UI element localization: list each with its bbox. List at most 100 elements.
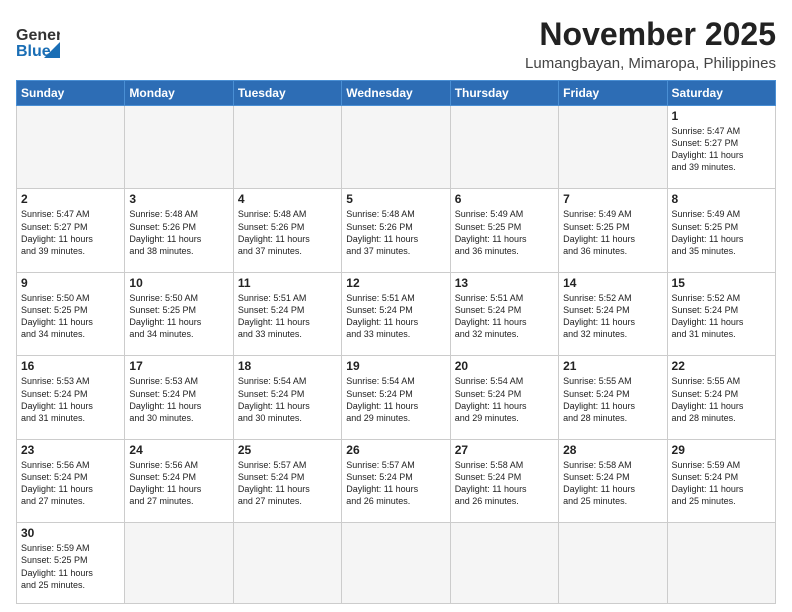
calendar-day-empty	[667, 523, 775, 604]
calendar-week-3: 9Sunrise: 5:50 AM Sunset: 5:25 PM Daylig…	[17, 272, 776, 355]
day-number: 21	[563, 359, 662, 373]
day-info: Sunrise: 5:56 AM Sunset: 5:24 PM Dayligh…	[129, 459, 228, 508]
calendar-day-1: 1 Sunrise: 5:47 AM Sunset: 5:27 PM Daylig…	[667, 106, 775, 189]
weekday-header-sunday: Sunday	[17, 81, 125, 106]
weekday-header-row: SundayMondayTuesdayWednesdayThursdayFrid…	[17, 81, 776, 106]
calendar-day-13: 13 Sunrise: 5:51 AM Sunset: 5:24 PM Dayli…	[450, 272, 558, 355]
day-number: 10	[129, 276, 228, 290]
day-info: Sunrise: 5:50 AM Sunset: 5:25 PM Dayligh…	[129, 292, 228, 341]
day-number: 5	[346, 192, 445, 206]
day-info: Sunrise: 5:47 AM Sunset: 5:27 PM Dayligh…	[21, 208, 120, 257]
day-info: Sunrise: 5:57 AM Sunset: 5:24 PM Dayligh…	[238, 459, 337, 508]
calendar-day-26: 26 Sunrise: 5:57 AM Sunset: 5:24 PM Dayli…	[342, 439, 450, 522]
weekday-header-saturday: Saturday	[667, 81, 775, 106]
day-number: 20	[455, 359, 554, 373]
calendar-day-19: 19Sunrise: 5:54 AM Sunset: 5:24 PM Dayli…	[342, 356, 450, 439]
calendar-day-18: 18 Sunrise: 5:54 AM Sunset: 5:24 PM Dayli…	[233, 356, 341, 439]
calendar-day-empty	[342, 523, 450, 604]
calendar-day-17: 17Sunrise: 5:53 AM Sunset: 5:24 PM Dayli…	[125, 356, 233, 439]
calendar-day-10: 10 Sunrise: 5:50 AM Sunset: 5:25 PM Dayli…	[125, 272, 233, 355]
calendar-day-empty	[125, 106, 233, 189]
calendar-day-6: 6 Sunrise: 5:49 AM Sunset: 5:25 PM Daylig…	[450, 189, 558, 272]
calendar-day-11: 11Sunrise: 5:51 AM Sunset: 5:24 PM Dayli…	[233, 272, 341, 355]
day-number: 1	[672, 109, 771, 123]
day-number: 30	[21, 526, 120, 540]
day-info: Sunrise: 5:53 AM Sunset: 5:24 PM Dayligh…	[21, 375, 120, 424]
svg-text:General: General	[16, 27, 60, 44]
day-info: Sunrise: 5:52 AM Sunset: 5:24 PM Dayligh…	[563, 292, 662, 341]
calendar-day-empty	[125, 523, 233, 604]
day-info: Sunrise: 5:49 AM Sunset: 5:25 PM Dayligh…	[455, 208, 554, 257]
day-number: 28	[563, 443, 662, 457]
day-info: Sunrise: 5:52 AM Sunset: 5:24 PM Dayligh…	[672, 292, 771, 341]
month-title: November 2025	[525, 16, 776, 53]
calendar-day-27: 27 Sunrise: 5:58 AM Sunset: 5:24 PM Dayli…	[450, 439, 558, 522]
calendar-week-1: 1 Sunrise: 5:47 AM Sunset: 5:27 PM Daylig…	[17, 106, 776, 189]
day-number: 4	[238, 192, 337, 206]
day-info: Sunrise: 5:49 AM Sunset: 5:25 PM Dayligh…	[672, 208, 771, 257]
day-number: 8	[672, 192, 771, 206]
day-info: Sunrise: 5:48 AM Sunset: 5:26 PM Dayligh…	[238, 208, 337, 257]
calendar-day-4: 4 Sunrise: 5:48 AM Sunset: 5:26 PM Daylig…	[233, 189, 341, 272]
calendar-table: SundayMondayTuesdayWednesdayThursdayFrid…	[16, 80, 776, 604]
calendar-week-6: 30Sunrise: 5:59 AM Sunset: 5:25 PM Dayli…	[17, 523, 776, 604]
page: General Blue November 2025 Lumangbayan, …	[0, 0, 792, 612]
calendar-day-15: 15 Sunrise: 5:52 AM Sunset: 5:24 PM Dayli…	[667, 272, 775, 355]
calendar-week-4: 16Sunrise: 5:53 AM Sunset: 5:24 PM Dayli…	[17, 356, 776, 439]
day-info: Sunrise: 5:51 AM Sunset: 5:24 PM Dayligh…	[346, 292, 445, 341]
day-info: Sunrise: 5:55 AM Sunset: 5:24 PM Dayligh…	[672, 375, 771, 424]
day-number: 2	[21, 192, 120, 206]
calendar-day-empty	[559, 106, 667, 189]
day-number: 25	[238, 443, 337, 457]
day-number: 13	[455, 276, 554, 290]
day-number: 3	[129, 192, 228, 206]
day-number: 6	[455, 192, 554, 206]
day-number: 27	[455, 443, 554, 457]
calendar-day-8: 8 Sunrise: 5:49 AM Sunset: 5:25 PM Daylig…	[667, 189, 775, 272]
weekday-header-friday: Friday	[559, 81, 667, 106]
day-number: 18	[238, 359, 337, 373]
day-info: Sunrise: 5:49 AM Sunset: 5:25 PM Dayligh…	[563, 208, 662, 257]
calendar-day-25: 25 Sunrise: 5:57 AM Sunset: 5:24 PM Dayli…	[233, 439, 341, 522]
calendar-day-9: 9Sunrise: 5:50 AM Sunset: 5:25 PM Daylig…	[17, 272, 125, 355]
day-info: Sunrise: 5:54 AM Sunset: 5:24 PM Dayligh…	[346, 375, 445, 424]
day-info: Sunrise: 5:54 AM Sunset: 5:24 PM Dayligh…	[238, 375, 337, 424]
logo-svg: General Blue	[16, 20, 60, 64]
day-number: 7	[563, 192, 662, 206]
calendar-day-21: 21Sunrise: 5:55 AM Sunset: 5:24 PM Dayli…	[559, 356, 667, 439]
calendar-day-14: 14Sunrise: 5:52 AM Sunset: 5:24 PM Dayli…	[559, 272, 667, 355]
day-info: Sunrise: 5:59 AM Sunset: 5:24 PM Dayligh…	[672, 459, 771, 508]
calendar-day-empty	[450, 106, 558, 189]
weekday-header-monday: Monday	[125, 81, 233, 106]
calendar-day-29: 29 Sunrise: 5:59 AM Sunset: 5:24 PM Dayli…	[667, 439, 775, 522]
day-number: 26	[346, 443, 445, 457]
day-number: 22	[672, 359, 771, 373]
weekday-header-wednesday: Wednesday	[342, 81, 450, 106]
calendar-day-20: 20 Sunrise: 5:54 AM Sunset: 5:24 PM Dayli…	[450, 356, 558, 439]
day-info: Sunrise: 5:58 AM Sunset: 5:24 PM Dayligh…	[455, 459, 554, 508]
day-info: Sunrise: 5:47 AM Sunset: 5:27 PM Dayligh…	[672, 125, 771, 174]
day-number: 12	[346, 276, 445, 290]
day-number: 15	[672, 276, 771, 290]
calendar-day-empty	[17, 106, 125, 189]
day-info: Sunrise: 5:50 AM Sunset: 5:25 PM Dayligh…	[21, 292, 120, 341]
day-info: Sunrise: 5:48 AM Sunset: 5:26 PM Dayligh…	[129, 208, 228, 257]
day-info: Sunrise: 5:51 AM Sunset: 5:24 PM Dayligh…	[455, 292, 554, 341]
calendar-day-16: 16Sunrise: 5:53 AM Sunset: 5:24 PM Dayli…	[17, 356, 125, 439]
day-info: Sunrise: 5:48 AM Sunset: 5:26 PM Dayligh…	[346, 208, 445, 257]
location-title: Lumangbayan, Mimaropa, Philippines	[525, 55, 776, 72]
logo: General Blue	[16, 16, 60, 64]
calendar-day-empty	[450, 523, 558, 604]
day-info: Sunrise: 5:54 AM Sunset: 5:24 PM Dayligh…	[455, 375, 554, 424]
day-info: Sunrise: 5:57 AM Sunset: 5:24 PM Dayligh…	[346, 459, 445, 508]
calendar-day-5: 5 Sunrise: 5:48 AM Sunset: 5:26 PM Daylig…	[342, 189, 450, 272]
calendar-day-empty	[233, 106, 341, 189]
calendar-day-24: 24Sunrise: 5:56 AM Sunset: 5:24 PM Dayli…	[125, 439, 233, 522]
calendar-day-22: 22 Sunrise: 5:55 AM Sunset: 5:24 PM Dayli…	[667, 356, 775, 439]
calendar-day-28: 28Sunrise: 5:58 AM Sunset: 5:24 PM Dayli…	[559, 439, 667, 522]
logo-icon: General Blue	[16, 20, 60, 64]
day-number: 29	[672, 443, 771, 457]
calendar-week-2: 2 Sunrise: 5:47 AM Sunset: 5:27 PM Daylig…	[17, 189, 776, 272]
calendar-day-2: 2 Sunrise: 5:47 AM Sunset: 5:27 PM Daylig…	[17, 189, 125, 272]
day-info: Sunrise: 5:53 AM Sunset: 5:24 PM Dayligh…	[129, 375, 228, 424]
